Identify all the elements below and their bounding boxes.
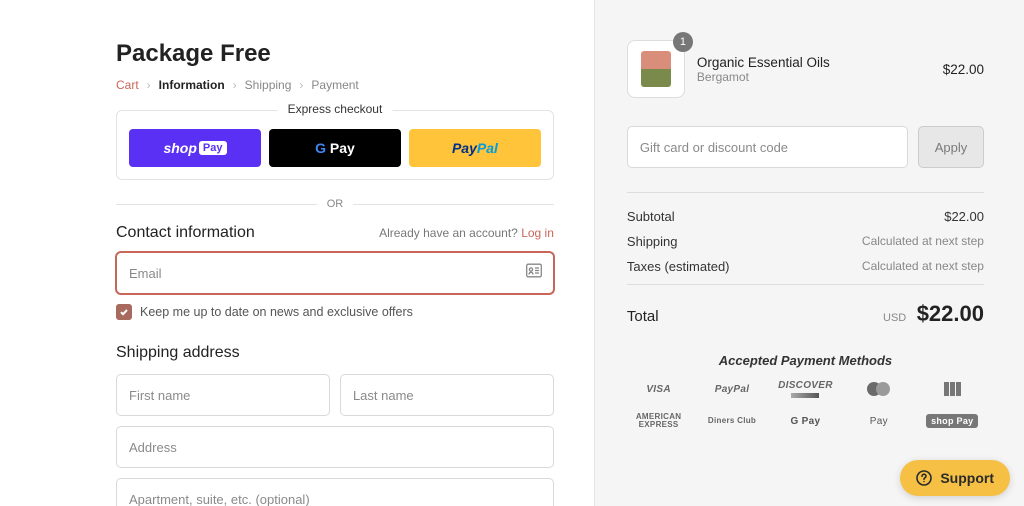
address-field[interactable] bbox=[116, 426, 554, 468]
amex-icon: AMERICAN EXPRESS bbox=[627, 410, 690, 432]
mastercard-icon bbox=[867, 378, 890, 400]
contact-information-heading: Contact information bbox=[116, 224, 255, 242]
support-button[interactable]: Support bbox=[900, 460, 1010, 496]
shipping-address-heading: Shipping address bbox=[116, 344, 554, 362]
apartment-field[interactable] bbox=[116, 478, 554, 506]
apple-pay-icon: Pay bbox=[870, 410, 888, 432]
login-prompt: Already have an account? Log in bbox=[379, 226, 554, 240]
total-value: $22.00 bbox=[917, 301, 984, 326]
shop-pay-icon: shop Pay bbox=[926, 414, 978, 428]
store-title: Package Free bbox=[116, 40, 554, 68]
shop-pay-button[interactable]: shopPay bbox=[129, 129, 261, 167]
product-variant: Bergamot bbox=[697, 70, 830, 84]
diners-club-icon: Diners Club bbox=[708, 410, 756, 432]
discover-icon: DISCOVER bbox=[778, 378, 833, 400]
divider-or: OR bbox=[116, 198, 554, 210]
paypal-icon: PayPal bbox=[715, 378, 750, 400]
newsletter-checkbox[interactable] bbox=[116, 304, 132, 320]
payment-methods-grid: VISA PayPal DISCOVER AMERICAN EXPRESS Di… bbox=[627, 378, 984, 432]
last-name-field[interactable] bbox=[340, 374, 554, 416]
discount-code-field[interactable] bbox=[627, 126, 908, 168]
taxes-label: Taxes (estimated) bbox=[627, 259, 730, 274]
subtotal-value: $22.00 bbox=[944, 209, 984, 224]
shipping-label: Shipping bbox=[627, 234, 678, 249]
chevron-right-icon: › bbox=[233, 78, 237, 92]
breadcrumb-information: Information bbox=[159, 78, 225, 92]
chevron-right-icon: › bbox=[147, 78, 151, 92]
breadcrumb-shipping: Shipping bbox=[245, 78, 292, 92]
subtotal-label: Subtotal bbox=[627, 209, 675, 224]
currency-code: usd bbox=[883, 312, 906, 324]
google-pay-icon: G Pay bbox=[791, 410, 821, 432]
breadcrumb-cart[interactable]: Cart bbox=[116, 78, 139, 92]
breadcrumb: Cart › Information › Shipping › Payment bbox=[116, 78, 554, 92]
paypal-button[interactable]: PayPal bbox=[409, 129, 541, 167]
express-checkout-box: Express checkout shopPay G Pay PayPal bbox=[116, 110, 554, 180]
total-label: Total bbox=[627, 308, 659, 325]
newsletter-label: Keep me up to date on news and exclusive… bbox=[140, 305, 413, 319]
contact-card-icon bbox=[526, 264, 542, 283]
breadcrumb-payment: Payment bbox=[311, 78, 358, 92]
email-field[interactable] bbox=[116, 252, 554, 294]
cart-line-item: 1 Organic Essential Oils Bergamot $22.00 bbox=[627, 40, 984, 98]
taxes-value: Calculated at next step bbox=[862, 259, 984, 274]
first-name-field[interactable] bbox=[116, 374, 330, 416]
google-pay-button[interactable]: G Pay bbox=[269, 129, 401, 167]
express-checkout-label: Express checkout bbox=[278, 102, 393, 116]
chevron-right-icon: › bbox=[299, 78, 303, 92]
accepted-payment-heading: Accepted Payment Methods bbox=[627, 353, 984, 368]
apply-discount-button[interactable]: Apply bbox=[918, 126, 984, 168]
quantity-badge: 1 bbox=[673, 32, 693, 52]
visa-icon: VISA bbox=[646, 378, 671, 400]
line-item-price: $22.00 bbox=[943, 62, 984, 77]
shipping-value: Calculated at next step bbox=[862, 234, 984, 249]
login-link[interactable]: Log in bbox=[521, 226, 554, 240]
product-name: Organic Essential Oils bbox=[697, 55, 830, 70]
jcb-icon bbox=[944, 378, 961, 400]
